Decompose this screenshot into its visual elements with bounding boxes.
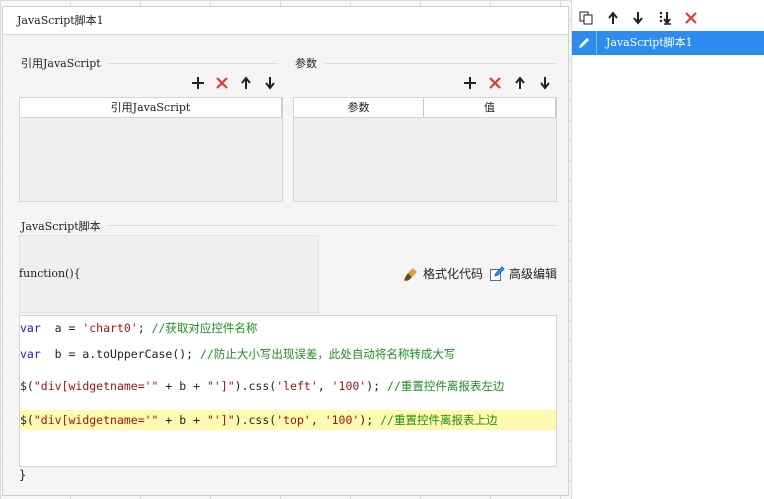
code-token: b = a.toUpperCase(); bbox=[40, 347, 201, 361]
code-token: $( bbox=[20, 413, 34, 427]
script-section-label: JavaScript脚本 bbox=[21, 220, 101, 233]
code-line[interactable]: $("div[widgetname='" + b + "']").css('to… bbox=[20, 410, 556, 430]
code-token: a = bbox=[40, 321, 83, 335]
param-move-down-button[interactable] bbox=[535, 73, 555, 93]
code-token: , bbox=[317, 379, 332, 393]
x-icon bbox=[216, 77, 228, 89]
list-move-up-button[interactable] bbox=[603, 8, 623, 28]
code-token: var bbox=[20, 321, 41, 335]
code-token: $( bbox=[20, 379, 34, 393]
param-add-button[interactable] bbox=[460, 73, 480, 93]
ref-move-down-button[interactable] bbox=[260, 73, 280, 93]
dialog-title: JavaScript脚本1 bbox=[3, 7, 568, 35]
x-icon bbox=[685, 12, 697, 24]
script-list-item[interactable]: JavaScript脚本1 bbox=[572, 31, 764, 55]
advanced-edit-button[interactable]: 高级编辑 bbox=[489, 265, 557, 282]
arrow-up-icon bbox=[515, 76, 525, 89]
code-token: //重置控件离报表上边 bbox=[380, 413, 498, 427]
code-token: , bbox=[310, 413, 325, 427]
ref-move-up-button[interactable] bbox=[236, 73, 256, 93]
param-move-up-button[interactable] bbox=[510, 73, 530, 93]
param-grid-header: 参数 值 bbox=[294, 98, 556, 118]
function-closing-brace: } bbox=[19, 468, 27, 482]
brush-icon bbox=[404, 267, 417, 281]
plus-icon bbox=[192, 77, 204, 89]
copy-icon bbox=[579, 11, 593, 25]
code-token: "']" bbox=[206, 413, 235, 427]
format-code-label: 格式化代码 bbox=[423, 267, 484, 281]
function-header: function(){ bbox=[19, 267, 81, 280]
code-token: //获取对应控件名称 bbox=[151, 321, 258, 335]
arrow-down-icon bbox=[633, 12, 643, 25]
list-delete-button[interactable] bbox=[681, 8, 701, 28]
move-to-bottom-icon bbox=[659, 11, 671, 25]
code-token: ).css( bbox=[234, 379, 277, 393]
list-move-to-bottom-button[interactable] bbox=[655, 8, 675, 28]
code-token: "']" bbox=[206, 379, 235, 393]
pencil-icon bbox=[572, 31, 597, 55]
arrow-up-icon bbox=[608, 11, 618, 24]
param-delete-button[interactable] bbox=[485, 73, 505, 93]
edit-icon bbox=[490, 265, 505, 281]
javascript-dialog: JavaScript脚本1 引用JavaScript 引用JavaScript … bbox=[2, 6, 569, 496]
code-line[interactable]: var b = a.toUpperCase(); //防止大小写出现误差，此处自… bbox=[20, 346, 556, 366]
ref-col-header[interactable]: 引用JavaScript bbox=[20, 98, 282, 117]
code-token: //重置控件离报表左边 bbox=[387, 379, 505, 393]
param-grid[interactable]: 参数 值 bbox=[293, 97, 557, 202]
arrow-down-icon bbox=[265, 77, 275, 90]
code-editor[interactable]: var a = 'chart0'; //获取对应控件名称 var b = a.to… bbox=[19, 315, 557, 467]
code-token: ).css( bbox=[234, 413, 277, 427]
code-line[interactable]: var a = 'chart0'; //获取对应控件名称 bbox=[20, 320, 556, 340]
ref-grid-header: 引用JavaScript bbox=[20, 98, 282, 118]
code-token: var bbox=[20, 347, 41, 361]
code-token: 'top' bbox=[276, 413, 311, 427]
param-col-header-value[interactable]: 值 bbox=[424, 98, 556, 117]
code-token: "div[widgetname='" bbox=[33, 413, 159, 427]
ref-delete-button[interactable] bbox=[212, 73, 232, 93]
ref-section-label: 引用JavaScript bbox=[21, 57, 101, 70]
code-token: '100' bbox=[331, 379, 367, 393]
script-list-panel: JavaScript脚本1 bbox=[571, 0, 764, 499]
ref-section-divider bbox=[108, 63, 278, 64]
list-move-down-button[interactable] bbox=[628, 8, 648, 28]
format-code-button[interactable]: 格式化代码 bbox=[403, 265, 483, 282]
code-token: + b + bbox=[158, 413, 207, 427]
ref-grid[interactable]: 引用JavaScript bbox=[19, 97, 283, 202]
code-token: ); bbox=[359, 413, 381, 427]
ref-add-button[interactable] bbox=[188, 73, 208, 93]
code-token: ; bbox=[137, 321, 152, 335]
x-icon bbox=[489, 77, 501, 89]
code-token: + b + bbox=[158, 379, 207, 393]
code-token: "div[widgetname='" bbox=[33, 379, 159, 393]
code-token: 'left' bbox=[276, 379, 318, 393]
param-section-divider bbox=[325, 63, 557, 64]
code-token: //防止大小写出现误差，此处自动将名称转成大写 bbox=[200, 347, 456, 361]
arrow-down-icon bbox=[540, 77, 550, 90]
script-section-divider bbox=[108, 225, 558, 226]
code-token: 'chart0' bbox=[82, 321, 138, 335]
script-list-item-label: JavaScript脚本1 bbox=[606, 36, 693, 49]
advanced-edit-label: 高级编辑 bbox=[509, 267, 558, 281]
code-token: ); bbox=[366, 379, 388, 393]
param-col-header-name[interactable]: 参数 bbox=[294, 98, 424, 117]
arrow-up-icon bbox=[241, 76, 251, 89]
code-line[interactable]: $("div[widgetname='" + b + "']").css('le… bbox=[20, 378, 556, 398]
plus-icon bbox=[464, 77, 476, 89]
copy-button[interactable] bbox=[576, 8, 596, 28]
param-section-label: 参数 bbox=[295, 57, 317, 70]
code-token: '100' bbox=[324, 413, 360, 427]
